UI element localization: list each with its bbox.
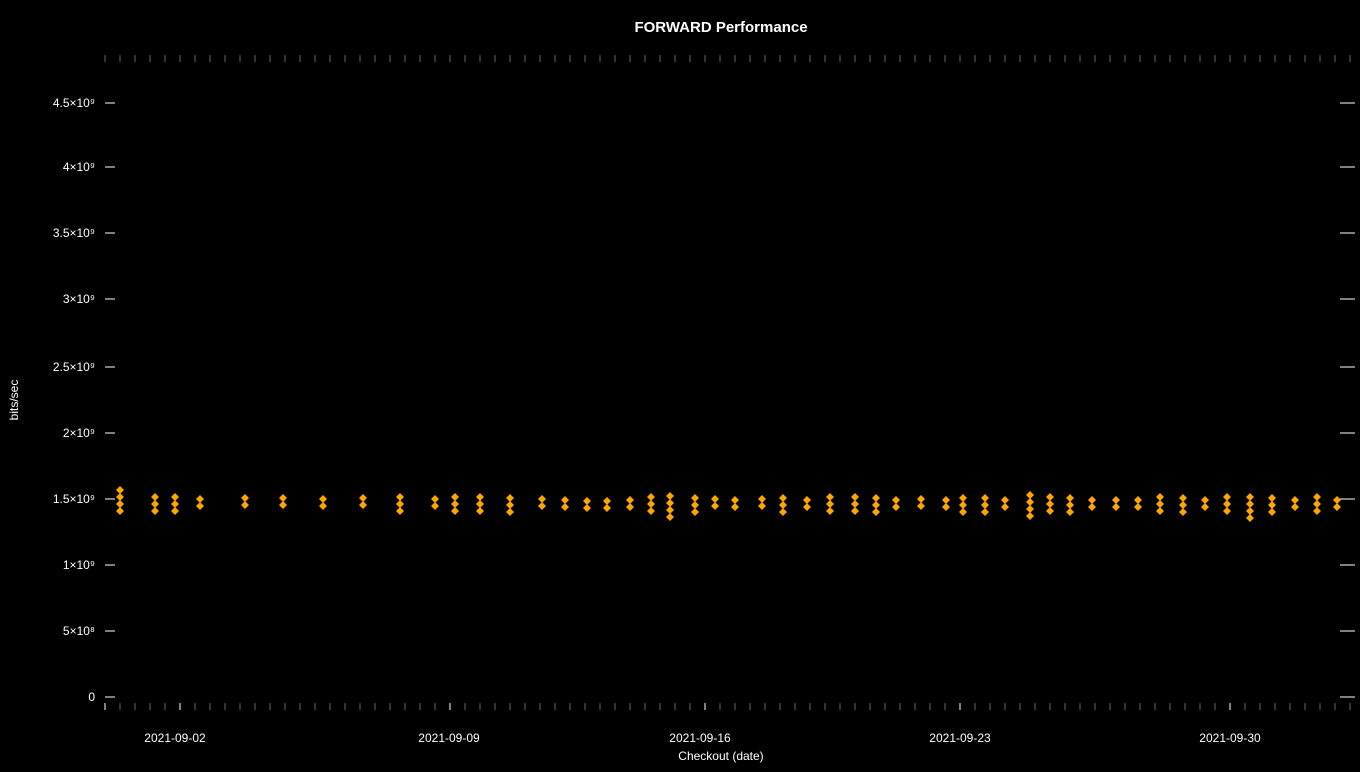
- x-tick-0909: 2021-09-09: [418, 731, 480, 745]
- performance-chart: FORWARD Performance: [0, 0, 1360, 768]
- data-cluster-38: [1066, 494, 1074, 516]
- x-tick-0930: 2021-09-30: [1199, 731, 1261, 745]
- chart-background: [0, 0, 1360, 768]
- data-cluster-34: [981, 494, 989, 516]
- y-tick-2500m: 2.5×10⁹: [53, 360, 95, 374]
- data-cluster-2: [151, 493, 159, 515]
- data-cluster-3: [171, 493, 179, 515]
- data-cluster-42: [1156, 493, 1164, 515]
- data-cluster-28: [851, 493, 859, 515]
- chart-container: FORWARD Performance: [0, 0, 1360, 768]
- x-tick-0916: 2021-09-16: [669, 731, 731, 745]
- y-axis-label: bits/sec: [7, 380, 21, 421]
- data-cluster-13: [506, 494, 514, 516]
- data-cluster-11: [451, 493, 459, 515]
- y-tick-0: 0: [88, 690, 95, 704]
- y-tick-2000m: 2×10⁹: [63, 426, 95, 440]
- data-cluster-19: [647, 493, 655, 515]
- data-cluster-25: [779, 494, 787, 516]
- data-cluster-29: [872, 494, 880, 516]
- x-tick-0902: 2021-09-02: [144, 731, 206, 745]
- data-cluster-45: [1223, 493, 1231, 515]
- x-axis-label: Checkout (date): [678, 749, 763, 763]
- y-tick-1500m: 1.5×10⁹: [53, 492, 95, 506]
- data-cluster-12: [476, 493, 484, 515]
- data-cluster-27: [826, 493, 834, 515]
- data-cluster-37: [1046, 493, 1054, 515]
- chart-title: FORWARD Performance: [634, 19, 807, 36]
- data-cluster-9: [396, 493, 404, 515]
- x-tick-0923: 2021-09-23: [929, 731, 991, 745]
- data-cluster-47: [1268, 494, 1276, 516]
- y-tick-3000m: 3×10⁹: [63, 292, 95, 306]
- y-tick-1000m: 1×10⁹: [63, 558, 95, 572]
- data-cluster-43: [1179, 494, 1187, 516]
- y-tick-500m: 5×10⁸: [63, 624, 95, 638]
- y-tick-4000m: 4×10⁹: [63, 160, 95, 174]
- data-cluster-49: [1313, 493, 1321, 515]
- y-tick-3500m: 3.5×10⁹: [53, 226, 95, 240]
- y-tick-4500m: 4.5×10⁹: [53, 96, 95, 110]
- data-cluster-33: [959, 494, 967, 516]
- data-cluster-21: [691, 494, 699, 516]
